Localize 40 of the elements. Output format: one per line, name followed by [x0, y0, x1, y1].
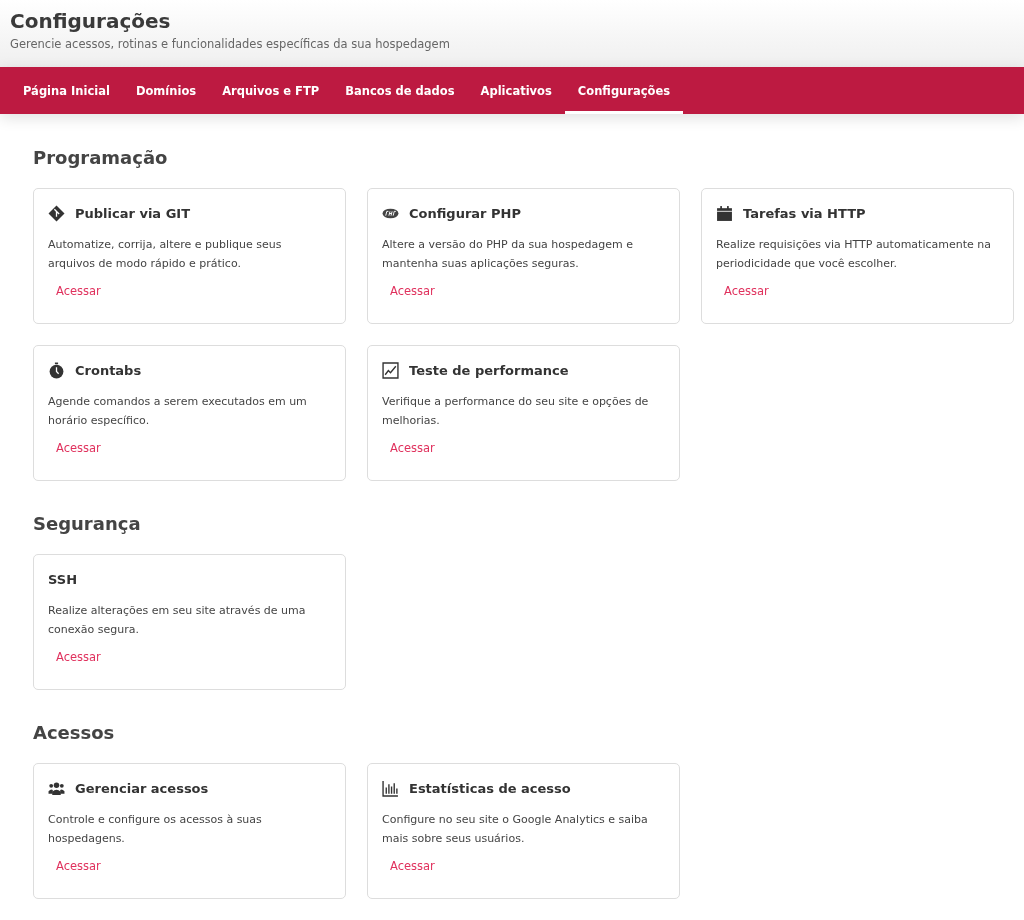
nav-tab[interactable]: Aplicativos	[467, 67, 565, 114]
nav-tab[interactable]: Bancos de dados	[332, 67, 468, 114]
access-link[interactable]: Acessar	[390, 284, 435, 298]
page-subtitle: Gerencie acessos, rotinas e funcionalidades específicas da sua hospedagem	[10, 37, 451, 51]
bar-chart-icon	[382, 779, 399, 797]
access-link[interactable]: Acessar	[56, 859, 101, 873]
stopwatch-icon	[48, 361, 65, 379]
card-title: Configurar PHP	[409, 205, 521, 221]
card-title: SSH	[48, 571, 78, 587]
access-link[interactable]: Acessar	[56, 284, 101, 298]
card-description: Configure no seu site o Google Analytics e saiba mais sobre seus usuários.	[382, 812, 649, 847]
card-title: Publicar via GIT	[75, 205, 191, 221]
card-title: Teste de performance	[409, 362, 569, 378]
card-title: Estatísticas de acesso	[409, 780, 571, 796]
card-title: Gerenciar acessos	[75, 780, 209, 796]
line-chart-icon	[382, 361, 399, 379]
access-link[interactable]: Acessar	[390, 441, 435, 455]
card-description: Altere a versão do PHP da sua hospedagem e mantenha suas aplicações seguras.	[382, 237, 634, 272]
card-description: Automatize, corrija, altere e publique seus arquivos de modo rápido e prático.	[48, 237, 283, 272]
section-title: Segurança	[33, 513, 142, 534]
section-title: Acessos	[33, 722, 116, 743]
page-title: Configurações	[10, 9, 172, 33]
access-link[interactable]: Acessar	[56, 441, 101, 455]
access-link[interactable]: Acessar	[724, 284, 769, 298]
card-description: Verifique a performance do seu site e opções de melhorias.	[382, 394, 650, 429]
access-link[interactable]: Acessar	[390, 859, 435, 873]
calendar-icon	[716, 204, 733, 222]
nav-tab[interactable]: Página Inicial	[10, 67, 123, 114]
access-link[interactable]: Acessar	[56, 650, 101, 664]
nav-tab[interactable]: Arquivos e FTP	[209, 67, 333, 114]
card-description: Controle e configure os acessos à suas hospedagens.	[48, 812, 263, 847]
card-description: Realize alterações em seu site através de uma conexão segura.	[48, 603, 307, 638]
nav-tab[interactable]: Configurações	[564, 67, 684, 114]
git-icon	[48, 204, 65, 222]
card-title: Crontabs	[75, 362, 142, 378]
card-title: Tarefas via HTTP	[743, 205, 866, 221]
section-title: Programação	[33, 147, 169, 168]
card-description: Realize requisições via HTTP automaticamente na periodicidade que você escolher.	[716, 237, 992, 272]
nav-tab[interactable]: Domínios	[122, 67, 210, 114]
card-description: Agende comandos a serem executados em um horário específico.	[48, 394, 308, 429]
